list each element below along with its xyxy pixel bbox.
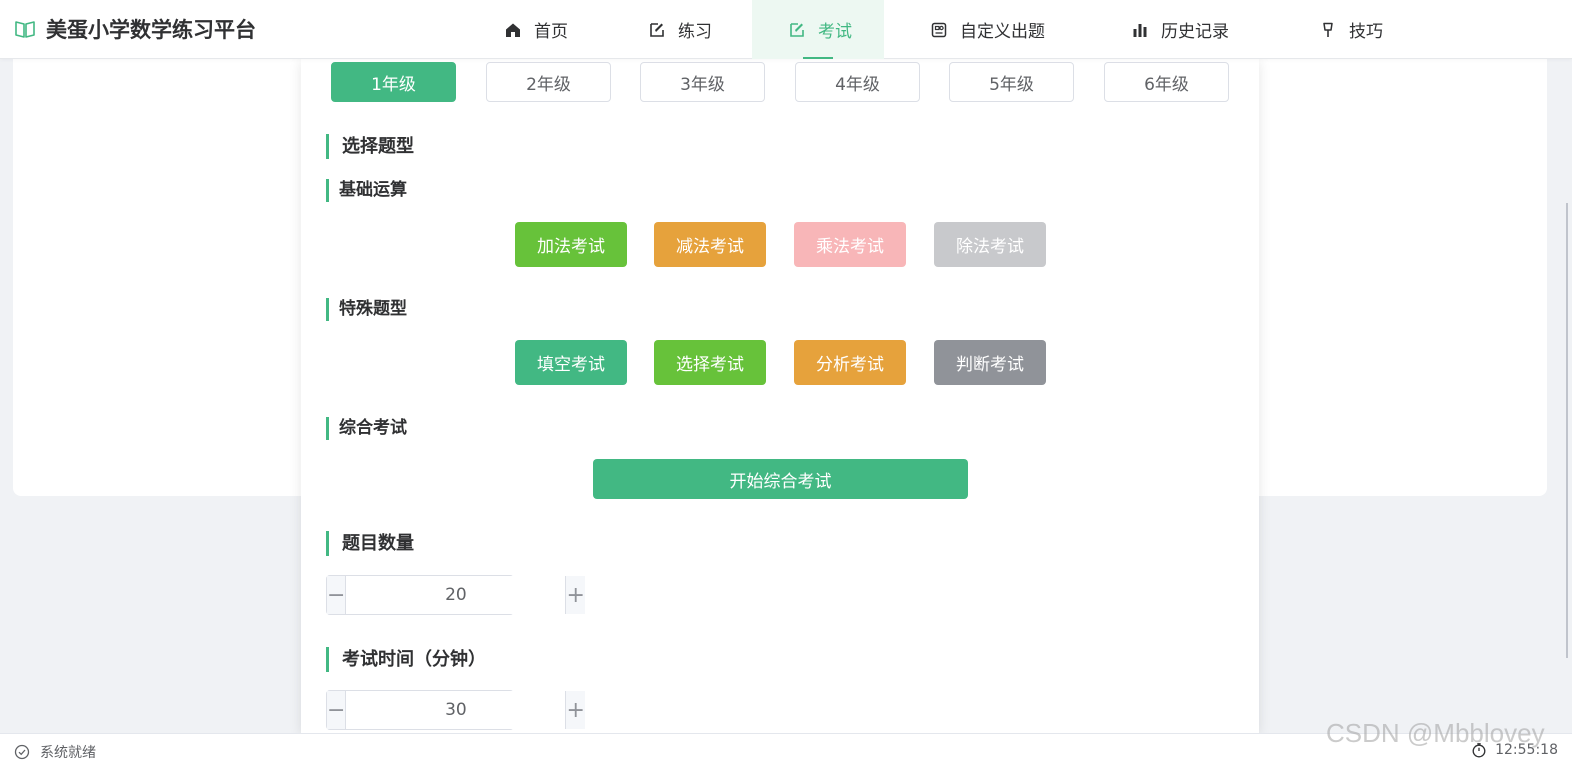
question-count-stepper: − +	[326, 575, 585, 615]
custom-icon	[930, 21, 948, 39]
status-bar: 系统就绪 12:55:18	[0, 733, 1572, 763]
edit-icon	[788, 21, 806, 39]
nav-tips[interactable]: 技巧	[1251, 0, 1383, 59]
nav-home[interactable]: 首页	[478, 0, 618, 59]
nav-tips-label: 技巧	[1349, 22, 1383, 42]
nav-exam-label: 考试	[818, 22, 852, 42]
multiplication-exam-button[interactable]: 乘法考试	[794, 222, 906, 267]
book-icon	[14, 18, 36, 40]
nav-history[interactable]: 历史记录	[1075, 0, 1251, 59]
grade-6-button[interactable]: 6年级	[1104, 62, 1229, 102]
special-types-title: 特殊题型	[326, 298, 407, 321]
bar-chart-icon	[1131, 21, 1149, 39]
choice-exam-button[interactable]: 选择考试	[654, 340, 766, 385]
grade-5-button[interactable]: 5年级	[949, 62, 1074, 102]
choose-type-title: 选择题型	[326, 134, 414, 159]
question-count-title: 题目数量	[326, 531, 414, 556]
grade-2-button[interactable]: 2年级	[486, 62, 611, 102]
exam-time-stepper: − +	[326, 690, 585, 730]
grade-4-button[interactable]: 4年级	[795, 62, 920, 102]
question-count-input[interactable]	[346, 576, 566, 614]
nav-home-label: 首页	[534, 22, 568, 42]
basic-ops-title: 基础运算	[326, 179, 407, 202]
addition-exam-button[interactable]: 加法考试	[515, 222, 627, 267]
judgement-exam-button[interactable]: 判断考试	[934, 340, 1046, 385]
division-exam-button[interactable]: 除法考试	[934, 222, 1046, 267]
timer-icon	[1471, 742, 1487, 758]
status-right: 12:55:18	[1471, 742, 1558, 758]
check-circle-icon	[14, 744, 30, 760]
nav-exam[interactable]: 考试	[752, 0, 884, 59]
grade-3-button[interactable]: 3年级	[640, 62, 765, 102]
status-time: 12:55:18	[1495, 742, 1558, 758]
comprehensive-title: 综合考试	[326, 417, 407, 440]
status-text: 系统就绪	[40, 745, 96, 761]
decrease-exam-time-button[interactable]: −	[327, 691, 347, 729]
nav-practice-label: 练习	[678, 22, 712, 42]
increase-question-count-button[interactable]: +	[565, 576, 585, 614]
exam-settings-panel: 1年级 2年级 3年级 4年级 5年级 6年级 选择题型 基础运算 加法考试 减…	[301, 59, 1259, 733]
nav-practice[interactable]: 练习	[618, 0, 752, 59]
nav-custom[interactable]: 自定义出题	[884, 0, 1075, 59]
status-left: 系统就绪	[14, 742, 96, 762]
increase-exam-time-button[interactable]: +	[565, 691, 585, 729]
exam-time-input[interactable]	[346, 691, 566, 729]
edit-icon	[648, 21, 666, 39]
main-nav: 首页 练习 考试 自定义出题 历史记录 技巧	[478, 0, 1383, 59]
brand-title: 美蛋小学数学练习平台	[46, 18, 256, 42]
nav-history-label: 历史记录	[1161, 22, 1229, 42]
exam-time-title: 考试时间（分钟）	[326, 647, 486, 672]
analysis-exam-button[interactable]: 分析考试	[794, 340, 906, 385]
page-scrollbar[interactable]	[1566, 203, 1568, 658]
nav-custom-label: 自定义出题	[960, 22, 1045, 42]
decrease-question-count-button[interactable]: −	[327, 576, 347, 614]
top-header: 美蛋小学数学练习平台 首页 练习 考试 自定义出题 历史记录 技巧	[0, 0, 1572, 59]
brand[interactable]: 美蛋小学数学练习平台	[14, 14, 256, 44]
subtraction-exam-button[interactable]: 减法考试	[654, 222, 766, 267]
fill-blank-exam-button[interactable]: 填空考试	[515, 340, 627, 385]
grade-1-button[interactable]: 1年级	[331, 62, 456, 102]
home-icon	[504, 21, 522, 39]
start-comprehensive-exam-button[interactable]: 开始综合考试	[593, 459, 968, 499]
lightbulb-icon	[1319, 21, 1337, 39]
